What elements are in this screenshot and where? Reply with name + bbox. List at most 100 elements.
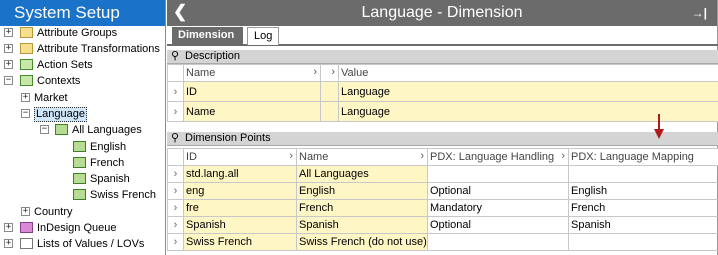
dimension-point-icon: [55, 124, 68, 135]
row-caret-icon[interactable]: ›: [167, 101, 184, 122]
table-row[interactable]: › ID Language: [167, 81, 718, 102]
cell-language-mapping[interactable]: [568, 165, 718, 183]
panel-title: System Setup: [0, 0, 165, 26]
cell-language-mapping[interactable]: French: [568, 199, 718, 217]
column-header-value[interactable]: Value: [338, 64, 718, 82]
action-sets-icon: [20, 59, 33, 70]
cell-name[interactable]: English: [296, 182, 428, 200]
cell-name[interactable]: Swiss French (do not use): [296, 233, 428, 251]
pin-icon[interactable]: →|: [692, 6, 707, 20]
caret-icon: ›: [313, 66, 317, 78]
contexts-icon: [20, 75, 33, 86]
tree-item-label: Attribute Transformations: [37, 43, 160, 55]
section-title: Dimension Points: [185, 132, 271, 144]
cell-language-handling[interactable]: [427, 165, 569, 183]
cell-name[interactable]: Name: [183, 101, 321, 122]
column-label: PDX: Language Mapping: [571, 151, 694, 163]
table-row[interactable]: › Spanish Spanish Optional Spanish: [167, 216, 718, 234]
tree-item-all-languages[interactable]: − All Languages: [0, 122, 165, 138]
cell-language-handling[interactable]: Optional: [427, 182, 569, 200]
cell-language-handling[interactable]: Mandatory: [427, 199, 569, 217]
description-section-header[interactable]: ⚲ Description: [167, 50, 718, 64]
column-header-name[interactable]: Name ›: [296, 148, 428, 166]
tree-item-label: Spanish: [90, 173, 130, 185]
expand-icon[interactable]: +: [21, 207, 30, 216]
tree-item-label: Action Sets: [37, 59, 93, 71]
caret-icon: ›: [561, 150, 565, 162]
tree-item-market[interactable]: + Market: [0, 90, 165, 106]
expand-icon[interactable]: +: [4, 60, 13, 69]
column-label: Name: [186, 67, 216, 79]
tree-item-attribute-transformations[interactable]: + Attribute Transformations: [0, 41, 165, 57]
tree-item-label: InDesign Queue: [37, 222, 117, 234]
cell-id[interactable]: std.lang.all: [183, 165, 297, 183]
cell-id[interactable]: Spanish: [183, 216, 297, 234]
tree-item-french[interactable]: French: [0, 155, 165, 171]
tree-item-english[interactable]: English: [0, 139, 165, 155]
tree-item-label: Language: [34, 107, 87, 122]
cell-language-handling[interactable]: [427, 233, 569, 251]
collapse-icon[interactable]: −: [21, 109, 30, 118]
row-caret-icon[interactable]: ›: [167, 81, 184, 102]
collapse-icon[interactable]: −: [40, 125, 49, 134]
column-header-spacer[interactable]: ›: [320, 64, 339, 82]
cell-name[interactable]: All Languages: [296, 165, 428, 183]
table-row[interactable]: › fre French Mandatory French: [167, 199, 718, 217]
table-row[interactable]: › Name Language: [167, 101, 718, 122]
table-row[interactable]: › eng English Optional English: [167, 182, 718, 200]
expand-icon[interactable]: +: [4, 28, 13, 37]
pin-icon[interactable]: ⚲: [171, 50, 179, 63]
tree-item-label: Country: [34, 206, 73, 218]
expand-icon[interactable]: +: [21, 93, 30, 102]
cell-id[interactable]: Swiss French: [183, 233, 297, 251]
tree-item-action-sets[interactable]: + Action Sets: [0, 57, 165, 73]
cell-language-mapping[interactable]: Spanish: [568, 216, 718, 234]
column-header-id[interactable]: ID ›: [183, 148, 297, 166]
row-caret-icon[interactable]: ›: [167, 216, 184, 234]
tree-item-label: All Languages: [72, 124, 142, 136]
collapse-icon[interactable]: −: [4, 76, 13, 85]
editor-title: Language - Dimension: [361, 4, 523, 21]
tree-item-country[interactable]: + Country: [0, 204, 165, 220]
tree-item-contexts[interactable]: − Contexts: [0, 73, 165, 89]
column-header-name[interactable]: Name ›: [183, 64, 321, 82]
tree-item-label: French: [90, 157, 125, 169]
row-caret-icon[interactable]: ›: [167, 182, 184, 200]
row-caret-icon[interactable]: ›: [167, 199, 184, 217]
row-caret-icon[interactable]: ›: [167, 233, 184, 251]
tree-item-attribute-groups[interactable]: + Attribute Groups: [0, 25, 165, 41]
tree-item-label: Attribute Groups: [37, 27, 118, 39]
queue-icon: [20, 222, 33, 233]
table-row[interactable]: › std.lang.all All Languages: [167, 165, 718, 183]
expand-icon[interactable]: +: [4, 44, 13, 53]
caret-icon: ›: [289, 150, 293, 162]
caret-icon: ›: [331, 66, 335, 78]
tree-item-indesign-queue[interactable]: + InDesign Queue: [0, 220, 165, 236]
table-row[interactable]: › Swiss French Swiss French (do not use): [167, 233, 718, 251]
cell-language-mapping[interactable]: English: [568, 182, 718, 200]
pin-icon[interactable]: ⚲: [171, 132, 179, 145]
expand-icon[interactable]: +: [4, 239, 13, 248]
tree-item-spanish[interactable]: Spanish: [0, 171, 165, 187]
tab-log[interactable]: Log: [247, 27, 279, 45]
column-header-language-mapping[interactable]: PDX: Language Mapping: [568, 148, 718, 166]
tree-item-swiss-french[interactable]: Swiss French: [0, 187, 165, 203]
section-title: Description: [185, 50, 241, 62]
column-label: ID: [186, 151, 197, 163]
cell-name[interactable]: ID: [183, 81, 321, 102]
row-caret-icon[interactable]: ›: [167, 165, 184, 183]
cell-name[interactable]: Spanish: [296, 216, 428, 234]
cell-language-handling[interactable]: Optional: [427, 216, 569, 234]
expand-icon[interactable]: +: [4, 223, 13, 232]
tab-dimension[interactable]: Dimension: [172, 27, 243, 45]
dimension-points-section-header[interactable]: ⚲ Dimension Points: [167, 132, 718, 146]
tree-item-lists-of-values[interactable]: + Lists of Values / LOVs: [0, 236, 165, 252]
cell-value[interactable]: Language: [338, 81, 718, 102]
cell-language-mapping[interactable]: [568, 233, 718, 251]
row-header-cell: [167, 148, 184, 166]
tree-item-language[interactable]: − Language: [0, 106, 165, 122]
column-header-language-handling[interactable]: PDX: Language Handling ›: [427, 148, 569, 166]
cell-id[interactable]: fre: [183, 199, 297, 217]
cell-name[interactable]: French: [296, 199, 428, 217]
cell-id[interactable]: eng: [183, 182, 297, 200]
